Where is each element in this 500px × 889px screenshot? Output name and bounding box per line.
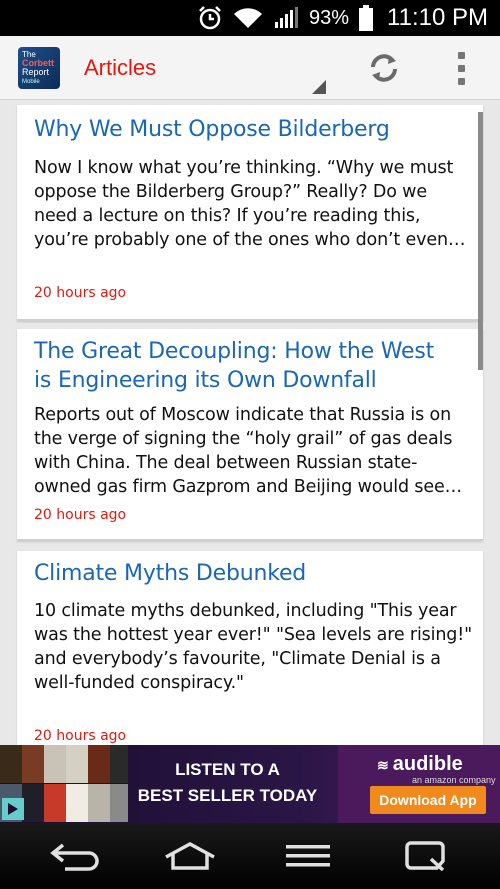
battery-percent: 93% <box>309 6 350 29</box>
recent-apps-icon <box>405 841 445 871</box>
book-cover <box>0 745 22 783</box>
article-title: Why We Must Oppose Bilderberg <box>34 115 390 144</box>
recent-apps-button[interactable] <box>385 833 465 879</box>
app-logo[interactable]: The Corbett Report Mobile <box>18 47 60 89</box>
article-excerpt: Reports out of Moscow indicate that Russ… <box>34 403 474 499</box>
wifi-icon <box>233 6 263 30</box>
excerpt-line: Now I know what you’re thinking. “Why we… <box>34 158 454 178</box>
article-timestamp: 20 hours ago <box>34 507 127 523</box>
action-bar: The Corbett Report Mobile Articles <box>0 36 500 100</box>
audible-logo: ≋ audible <box>377 753 463 776</box>
alarm-icon <box>197 5 223 31</box>
scrollbar-thumb[interactable] <box>478 112 483 370</box>
excerpt-line: and everybody’s favourite, "Climate Deni… <box>34 649 441 669</box>
book-cover <box>110 745 128 783</box>
book-cover <box>44 745 66 783</box>
article-title-line: is Engineering its Own Downfall <box>34 368 377 393</box>
ad-headline-line: BEST SELLER TODAY <box>137 786 318 805</box>
article-timestamp: 20 hours ago <box>34 728 127 744</box>
audible-wave-icon: ≋ <box>377 757 389 773</box>
excerpt-line: well-funded conspiracy." <box>34 673 244 693</box>
book-cover <box>22 784 44 822</box>
excerpt-line: Reports out of Moscow indicate that Russ… <box>34 405 452 425</box>
article-title-line: The Great Decoupling: How the West <box>34 339 435 364</box>
page-title[interactable]: Articles <box>84 55 156 81</box>
menu-icon <box>286 845 330 867</box>
home-button[interactable] <box>150 833 230 879</box>
clock: 11:10 PM <box>387 4 488 31</box>
refresh-button[interactable] <box>362 45 406 91</box>
excerpt-line: the verge of signing the “holy grail” of… <box>34 429 453 449</box>
article-card[interactable]: The Great Decoupling: How the West is En… <box>17 329 483 541</box>
article-title-line: Why We Must Oppose Bilderberg <box>34 117 390 142</box>
book-cover <box>44 784 66 822</box>
back-icon <box>50 843 99 871</box>
book-cover <box>88 784 110 822</box>
spinner-indicator-icon[interactable] <box>312 80 326 94</box>
article-excerpt: 10 climate myths debunked, including "Th… <box>34 599 474 695</box>
back-button[interactable] <box>35 833 115 879</box>
article-title-line: Climate Myths Debunked <box>34 561 307 586</box>
article-timestamp: 20 hours ago <box>34 285 127 301</box>
article-card[interactable]: Climate Myths Debunked 10 climate myths … <box>17 551 483 745</box>
excerpt-line: with China. The deal between Russian sta… <box>34 453 418 473</box>
book-cover <box>66 784 88 822</box>
menu-button[interactable] <box>268 833 348 879</box>
article-card[interactable]: Why We Must Oppose Bilderberg Now I know… <box>17 105 483 321</box>
ad-headline-line: LISTEN TO A <box>175 760 280 779</box>
home-icon <box>165 842 215 870</box>
excerpt-line: was the hottest year ever!" "Sea levels … <box>34 625 473 645</box>
article-excerpt: Now I know what you’re thinking. “Why we… <box>34 156 474 252</box>
article-title: The Great Decoupling: How the West is En… <box>34 337 434 395</box>
logo-text: Mobile <box>22 79 40 85</box>
excerpt-line: you’re probably one of the ones who don’… <box>34 230 466 250</box>
overflow-dot <box>457 77 465 85</box>
overflow-dot <box>457 51 465 59</box>
book-cover <box>110 784 128 822</box>
excerpt-line: owned gas firm Gazprom and Beijing would… <box>34 477 462 497</box>
status-bar: 93% 11:10 PM <box>0 0 500 36</box>
overflow-menu-button[interactable] <box>446 46 476 90</box>
ad-choices-icon[interactable] <box>2 798 24 820</box>
signal-icon <box>273 6 299 30</box>
battery-icon <box>359 5 374 31</box>
refresh-icon <box>371 54 397 82</box>
audible-brand: audible <box>392 753 463 775</box>
ad-headline: LISTEN TO A BEST SELLER TODAY <box>130 757 325 809</box>
logo-text: Report <box>22 67 50 77</box>
download-app-button[interactable]: Download App <box>370 786 486 814</box>
excerpt-line: need a lecture on this? If you’re readin… <box>34 206 421 226</box>
book-cover <box>22 745 44 783</box>
book-cover <box>66 745 88 783</box>
article-title: Climate Myths Debunked <box>34 559 306 588</box>
audible-subtitle: an amazon company <box>412 775 496 785</box>
excerpt-line: oppose the Bilderberg Group?” Really? Do… <box>34 182 427 202</box>
book-cover <box>88 745 110 783</box>
article-list[interactable]: Why We Must Oppose Bilderberg Now I know… <box>0 100 500 745</box>
navigation-bar <box>0 823 500 889</box>
overflow-dot <box>457 64 465 72</box>
excerpt-line: 10 climate myths debunked, including "Th… <box>34 601 457 621</box>
